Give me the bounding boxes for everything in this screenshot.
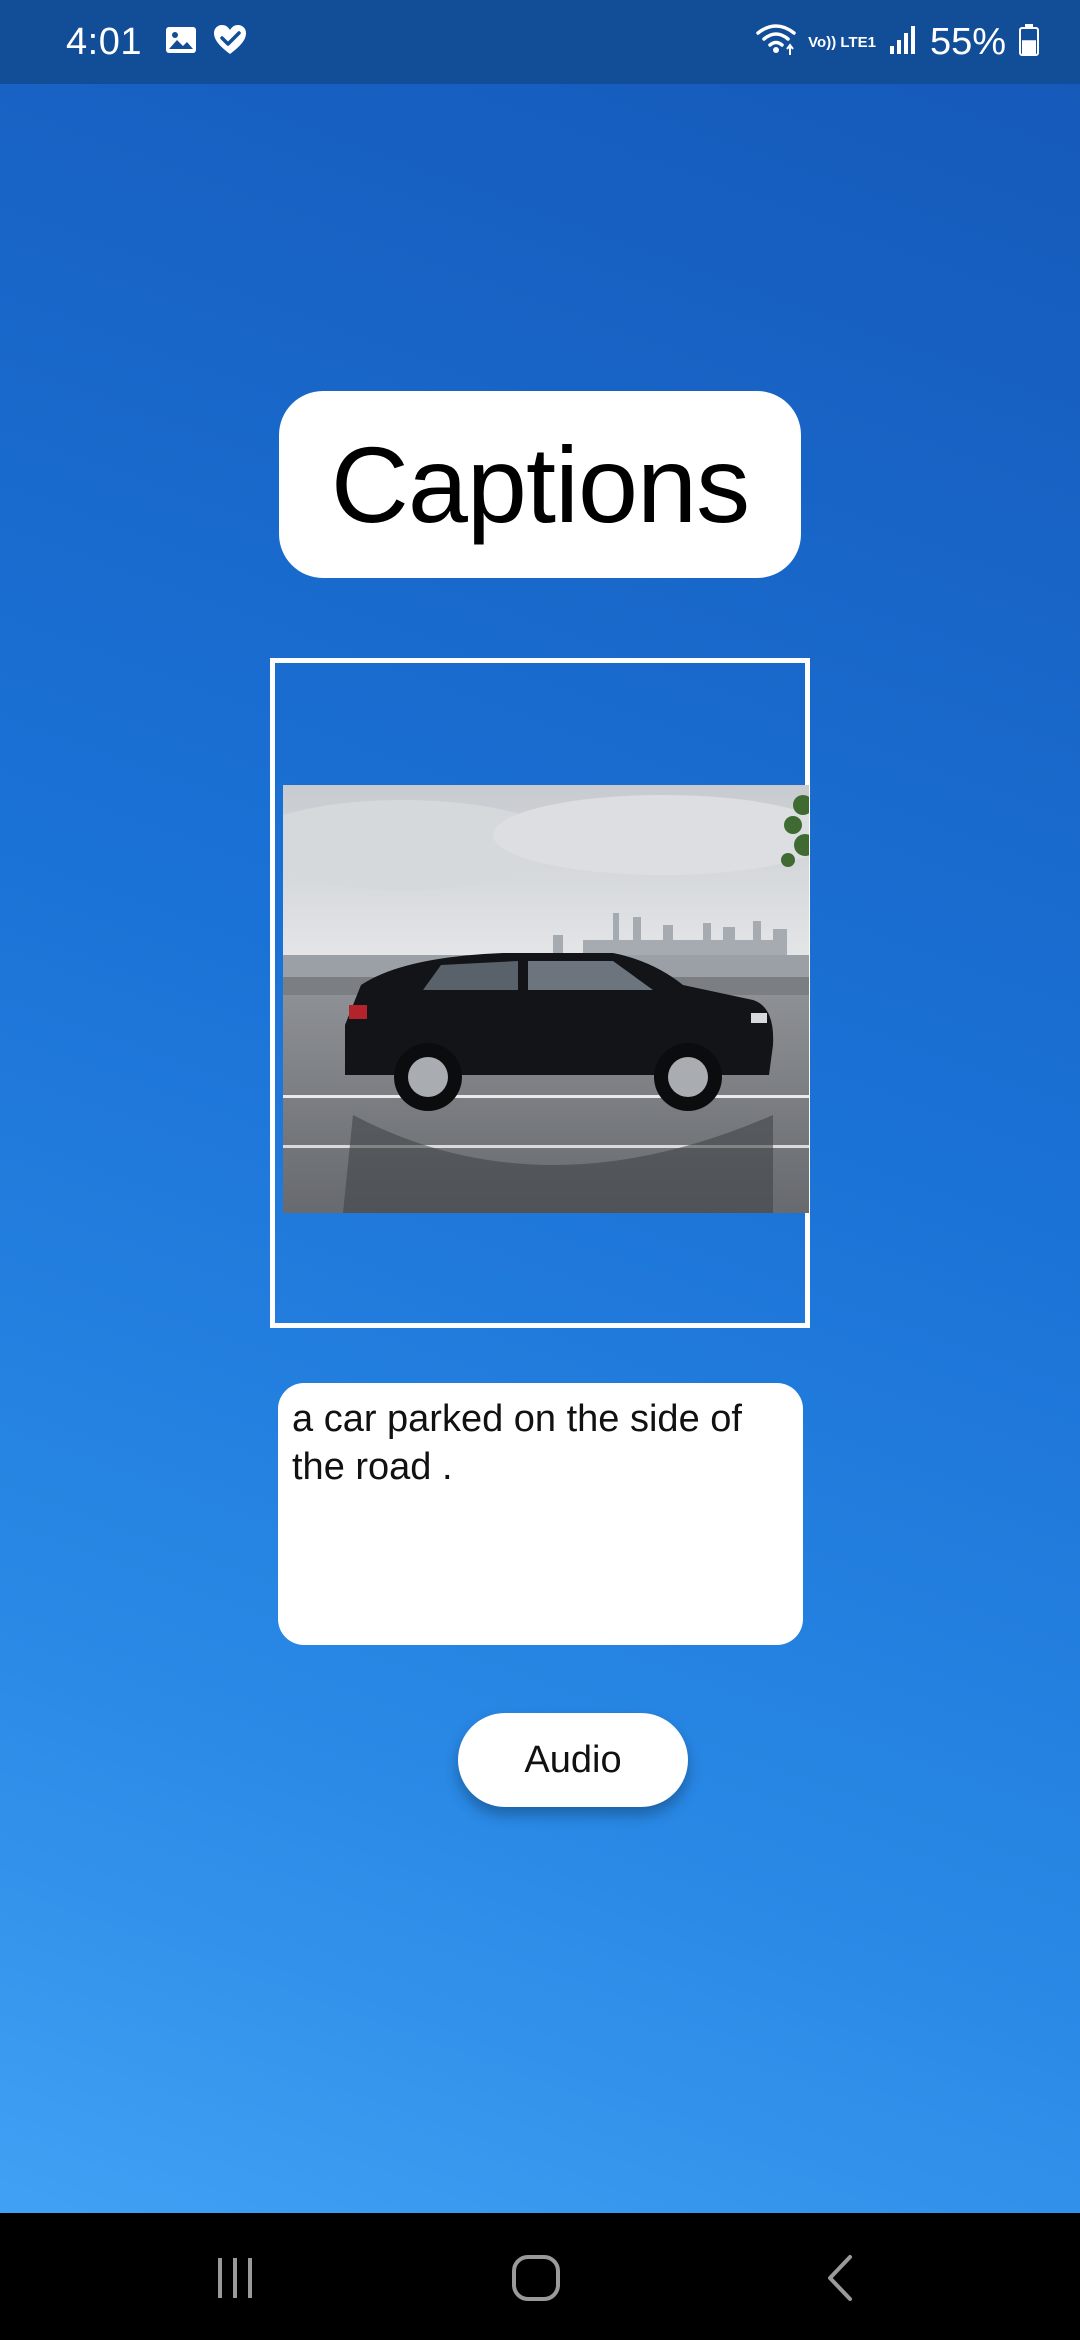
caption-box: a car parked on the side of the road . — [278, 1383, 803, 1645]
audio-button[interactable]: Audio — [458, 1713, 688, 1807]
audio-button-label: Audio — [524, 1738, 622, 1781]
photo-icon — [283, 785, 809, 1213]
status-right-icons: Vo)) LTE1 55% — [756, 21, 1040, 64]
captioned-photo — [283, 785, 809, 1213]
recent-apps-icon[interactable] — [195, 2243, 275, 2313]
page-title: Captions — [330, 424, 750, 545]
navigation-bar — [0, 2213, 1080, 2340]
status-time: 4:01 — [66, 20, 142, 63]
status-bar: 4:01 Vo)) LTE1 55% — [0, 0, 1080, 84]
health-icon — [212, 24, 248, 61]
home-icon[interactable] — [496, 2243, 576, 2313]
signal-icon — [888, 24, 918, 61]
caption-text: a car parked on the side of the road . — [292, 1398, 742, 1488]
wifi-icon — [756, 23, 796, 62]
image-frame — [270, 658, 810, 1328]
title-card: Captions — [279, 391, 801, 578]
battery-icon — [1018, 23, 1040, 62]
back-icon[interactable] — [800, 2243, 880, 2313]
status-left-icons — [164, 24, 248, 61]
volte-icon: Vo)) LTE1 — [808, 33, 876, 51]
gallery-icon — [164, 24, 198, 61]
battery-percent: 55% — [929, 20, 1006, 63]
